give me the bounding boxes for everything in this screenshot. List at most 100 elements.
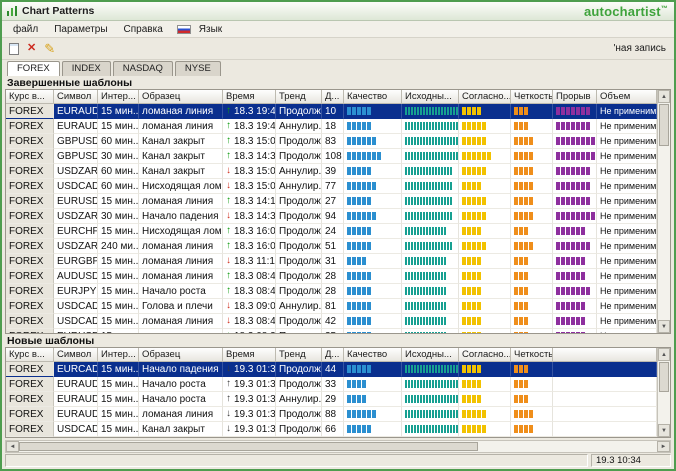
pattern-row[interactable]: FOREXAUDUSD15 мин...ломаная линия↑18.3 0… (6, 269, 657, 284)
column-header[interactable]: Согласно... (459, 90, 511, 104)
column-header[interactable]: Прорыв (553, 90, 597, 104)
column-header[interactable]: Символ (54, 348, 98, 362)
scroll-up-button[interactable]: ▲ (658, 90, 670, 103)
column-header[interactable]: Исходны... (402, 348, 459, 362)
pattern-row[interactable]: FOREXEURUSD15 мин...ломаная линия↑18.3 0… (6, 329, 657, 333)
bar-segment (519, 317, 523, 325)
column-header[interactable]: Интер... (98, 348, 139, 362)
volume-cell: Не применимо (597, 314, 657, 329)
scroll-down-button[interactable]: ▼ (658, 320, 670, 333)
length-cell: 31 (322, 254, 344, 269)
column-header[interactable]: Курс в... (6, 90, 54, 104)
scroll-thumb[interactable] (19, 442, 478, 451)
column-header[interactable]: Курс в... (6, 348, 54, 362)
pattern-row[interactable]: FOREXEURUSD15 мин...ломаная линия↑18.3 1… (6, 194, 657, 209)
bar-segment (447, 425, 449, 433)
menu-bar: файл Параметры Справка Язык (2, 21, 674, 38)
bar-segment (357, 317, 361, 325)
pattern-row[interactable]: FOREXEURAUD15 мин...ломаная линия↓19.3 0… (6, 407, 657, 422)
edit-pencil-icon[interactable]: ✎ (44, 42, 55, 55)
scroll-left-button[interactable]: ◄ (6, 441, 19, 452)
tab-nasdaq[interactable]: NASDAQ (113, 61, 173, 76)
bar-segment (405, 272, 407, 280)
column-header[interactable]: Тренд (276, 90, 322, 104)
pattern-row[interactable]: FOREXUSDCAD15 мин...Канал закрыт↓19.3 01… (6, 422, 657, 437)
column-header[interactable]: Символ (54, 90, 98, 104)
bar-segment (467, 137, 471, 145)
pattern-row[interactable]: FOREXUSDZAR240 ми...ломаная линия↑18.3 1… (6, 239, 657, 254)
tab-forex[interactable]: FOREX (7, 61, 60, 76)
tab-index[interactable]: INDEX (62, 61, 111, 76)
delete-icon[interactable]: ✕ (27, 43, 36, 54)
rating-bar (514, 182, 533, 190)
pattern-row[interactable]: FOREXUSDCAD15 мин...ломаная линия↓18.3 0… (6, 314, 657, 329)
bar-segment (561, 302, 565, 310)
column-header[interactable]: Время (223, 90, 276, 104)
bar-segment (519, 107, 523, 115)
pattern-row[interactable]: FOREXUSDCAD60 мин...Нисходящая ломаная .… (6, 179, 657, 194)
pattern-row[interactable]: FOREXGBPUSD60 мин...Канал закрыт↑18.3 15… (6, 134, 657, 149)
pattern-row[interactable]: FOREXEURAUD15 мин...ломаная линия↑18.3 1… (6, 104, 657, 119)
column-header[interactable]: Качество (344, 90, 402, 104)
column-header[interactable]: Д... (322, 90, 344, 104)
column-header[interactable]: Образец (139, 348, 223, 362)
column-header[interactable]: Качество (344, 348, 402, 362)
pattern-row[interactable]: FOREXUSDCAD15 мин...Голова и плечи↓18.3 … (6, 299, 657, 314)
pattern-row[interactable]: FOREXGBPUSD30 мин...Канал закрыт↑18.3 14… (6, 149, 657, 164)
menu-help[interactable]: Справка (116, 22, 171, 37)
scroll-right-button[interactable]: ► (657, 441, 670, 452)
column-header[interactable]: Тренд (276, 348, 322, 362)
bar-cell (402, 224, 459, 239)
tab-nyse[interactable]: NYSE (175, 61, 221, 76)
bar-segment (519, 257, 523, 265)
menu-language[interactable]: Язык (191, 22, 230, 37)
new-vertical-scrollbar[interactable]: ▲ ▼ (657, 348, 670, 437)
record-link[interactable]: 'ная запись (613, 43, 666, 54)
bar-segment (357, 242, 361, 250)
scroll-track[interactable] (19, 441, 657, 452)
bar-segment (581, 107, 585, 115)
volume-cell: Не применимо (597, 269, 657, 284)
scroll-thumb[interactable] (659, 362, 669, 392)
scroll-up-button[interactable]: ▲ (658, 348, 670, 361)
column-header[interactable]: Четкость (511, 348, 553, 362)
column-header[interactable]: Д... (322, 348, 344, 362)
pattern-row[interactable]: FOREXEURJPY15 мин...Начало роста↑18.3 08… (6, 284, 657, 299)
column-header[interactable]: Объем (597, 90, 657, 104)
bar-segment (576, 182, 580, 190)
column-header[interactable]: Интер... (98, 90, 139, 104)
pattern-row[interactable]: FOREXEURAUD15 мин...Начало роста↑19.3 01… (6, 392, 657, 407)
bar-segment (414, 380, 416, 388)
column-header[interactable]: Время (223, 348, 276, 362)
bar-segment (417, 227, 419, 235)
pattern-row[interactable]: FOREXEURCAD15 мин...Начало падения↓19.3 … (6, 362, 657, 377)
menu-file[interactable]: файл (5, 22, 46, 37)
horizontal-scrollbar[interactable]: ◄ ► (5, 440, 671, 453)
column-header[interactable]: Четкость (511, 90, 553, 104)
completed-vertical-scrollbar[interactable]: ▲ ▼ (657, 90, 670, 333)
new-record-icon[interactable] (9, 43, 19, 55)
bar-segment (524, 167, 528, 175)
bar-segment (408, 152, 410, 160)
bar-segment (411, 227, 413, 235)
rating-bar (514, 152, 533, 160)
bar-cell (553, 314, 597, 329)
bar-segment (472, 302, 476, 310)
pattern-row[interactable]: FOREXEURAUD15 мин...Начало роста↑19.3 01… (6, 377, 657, 392)
menu-options[interactable]: Параметры (46, 22, 115, 37)
pattern-row[interactable]: FOREXEURAUD15 мин...ломаная линия↑18.3 1… (6, 119, 657, 134)
bar-segment (414, 395, 416, 403)
scroll-thumb[interactable] (659, 104, 669, 146)
pattern-row[interactable]: FOREXEURCHF15 мин...Нисходящая ломаная .… (6, 224, 657, 239)
pattern-row[interactable]: FOREXUSDZAR30 мин...Начало падения↓18.3 … (6, 209, 657, 224)
column-header[interactable]: Образец (139, 90, 223, 104)
bar-segment (408, 122, 410, 130)
column-header[interactable]: Исходны... (402, 90, 459, 104)
pattern-row[interactable]: FOREXUSDZAR60 мин...Канал закрыт↓18.3 15… (6, 164, 657, 179)
bar-segment (477, 212, 481, 220)
bar-segment (556, 107, 560, 115)
scroll-down-button[interactable]: ▼ (658, 424, 670, 437)
bar-segment (472, 212, 476, 220)
pattern-row[interactable]: FOREXEURGBP15 мин...ломаная линия↓18.3 1… (6, 254, 657, 269)
column-header[interactable]: Согласно... (459, 348, 511, 362)
